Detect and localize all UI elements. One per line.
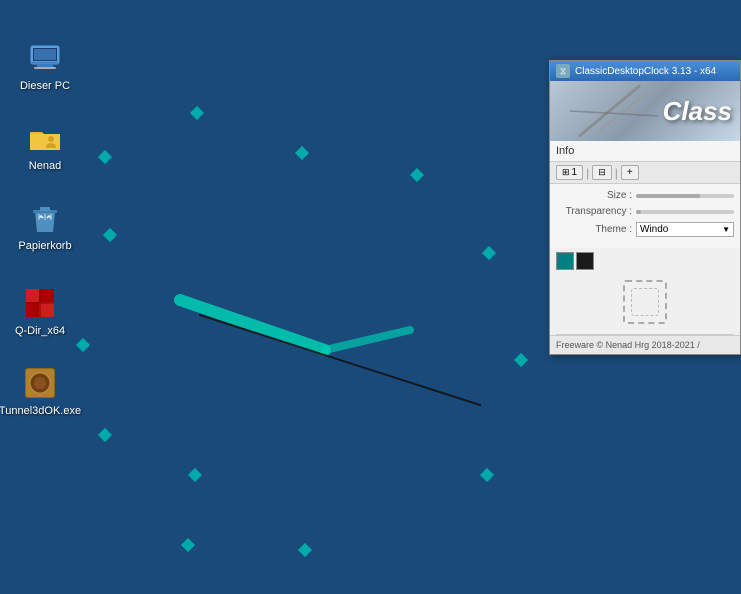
- desktop-icon-nenad[interactable]: Nenad: [10, 120, 80, 172]
- window-info-section: Info: [550, 141, 740, 162]
- transparency-slider-fill: [636, 210, 641, 214]
- plus-icon: +: [627, 167, 633, 178]
- transparency-slider[interactable]: [636, 210, 734, 214]
- desktop-icon-label: Tunnel3dOK.exe: [0, 405, 81, 417]
- desktop-icon-label: Dieser PC: [20, 80, 70, 92]
- tab-1-icon: ⊞: [562, 167, 570, 178]
- tab-1-label: 1: [572, 167, 578, 178]
- tab-2-icon: ⊟: [598, 167, 606, 178]
- clock-preview-inner: [631, 288, 659, 316]
- window-title: ClassicDesktopClock 3.13 - x64: [575, 66, 716, 77]
- desktop-icon-tunnel3dok[interactable]: Tunnel3dOK.exe: [5, 365, 75, 417]
- tab-separator: |: [586, 166, 589, 180]
- size-slider[interactable]: [636, 194, 734, 198]
- window-titlebar[interactable]: ⧖ ClassicDesktopClock 3.13 - x64: [550, 61, 740, 81]
- app-window: ⧖ ClassicDesktopClock 3.13 - x64 Class I…: [549, 60, 741, 355]
- footer-text: Freeware © Nenad Hrg 2018-2021 /: [556, 340, 700, 350]
- desktop-icon-dieser-pc[interactable]: Dieser PC: [10, 40, 80, 92]
- color-swatches-row: [550, 252, 740, 270]
- window-footer: Freeware © Nenad Hrg 2018-2021 /: [550, 335, 740, 354]
- desktop-icon-label: Q-Dir_x64: [15, 325, 65, 337]
- tab-separator-2: |: [615, 166, 618, 180]
- folder-icon: [27, 120, 63, 156]
- computer-icon: [27, 40, 63, 76]
- window-controls-area: Size : Transparency : Theme : Windo ▼: [550, 184, 740, 248]
- desktop-icon-label: Papierkorb: [18, 240, 71, 252]
- qdir-icon: [22, 285, 58, 321]
- desktop-icon-label: Nenad: [29, 160, 61, 172]
- banner-title-text: Class: [663, 96, 732, 127]
- size-label: Size :: [556, 190, 636, 201]
- swatch-teal[interactable]: [556, 252, 574, 270]
- clock-preview-box: [623, 280, 667, 324]
- theme-value: Windo: [640, 224, 668, 235]
- size-slider-fill: [636, 194, 700, 198]
- dropdown-arrow-icon: ▼: [722, 225, 730, 234]
- app-icon: [22, 365, 58, 401]
- theme-control-row: Theme : Windo ▼: [556, 222, 734, 237]
- desktop-clock-display: [100, 270, 550, 430]
- tab-1[interactable]: ⊞ 1: [556, 165, 583, 180]
- tab-2[interactable]: ⊟: [592, 165, 612, 180]
- theme-dropdown[interactable]: Windo ▼: [636, 222, 734, 237]
- titlebar-app-icon: ⧖: [556, 64, 570, 78]
- clock-preview-area: [550, 270, 740, 334]
- desktop-icon-q-dir[interactable]: Q-Dir_x64: [5, 285, 75, 337]
- recycle-icon: [27, 200, 63, 236]
- transparency-control-row: Transparency :: [556, 206, 734, 217]
- theme-label: Theme :: [556, 224, 636, 235]
- window-tabs-bar: ⊞ 1 | ⊟ | +: [550, 162, 740, 184]
- tab-plus[interactable]: +: [621, 165, 639, 180]
- size-control-row: Size :: [556, 190, 734, 201]
- info-label: Info: [556, 145, 574, 157]
- desktop-icon-papierkorb[interactable]: Papierkorb: [10, 200, 80, 252]
- window-banner: Class: [550, 81, 740, 141]
- transparency-label: Transparency :: [556, 206, 636, 217]
- swatch-black[interactable]: [576, 252, 594, 270]
